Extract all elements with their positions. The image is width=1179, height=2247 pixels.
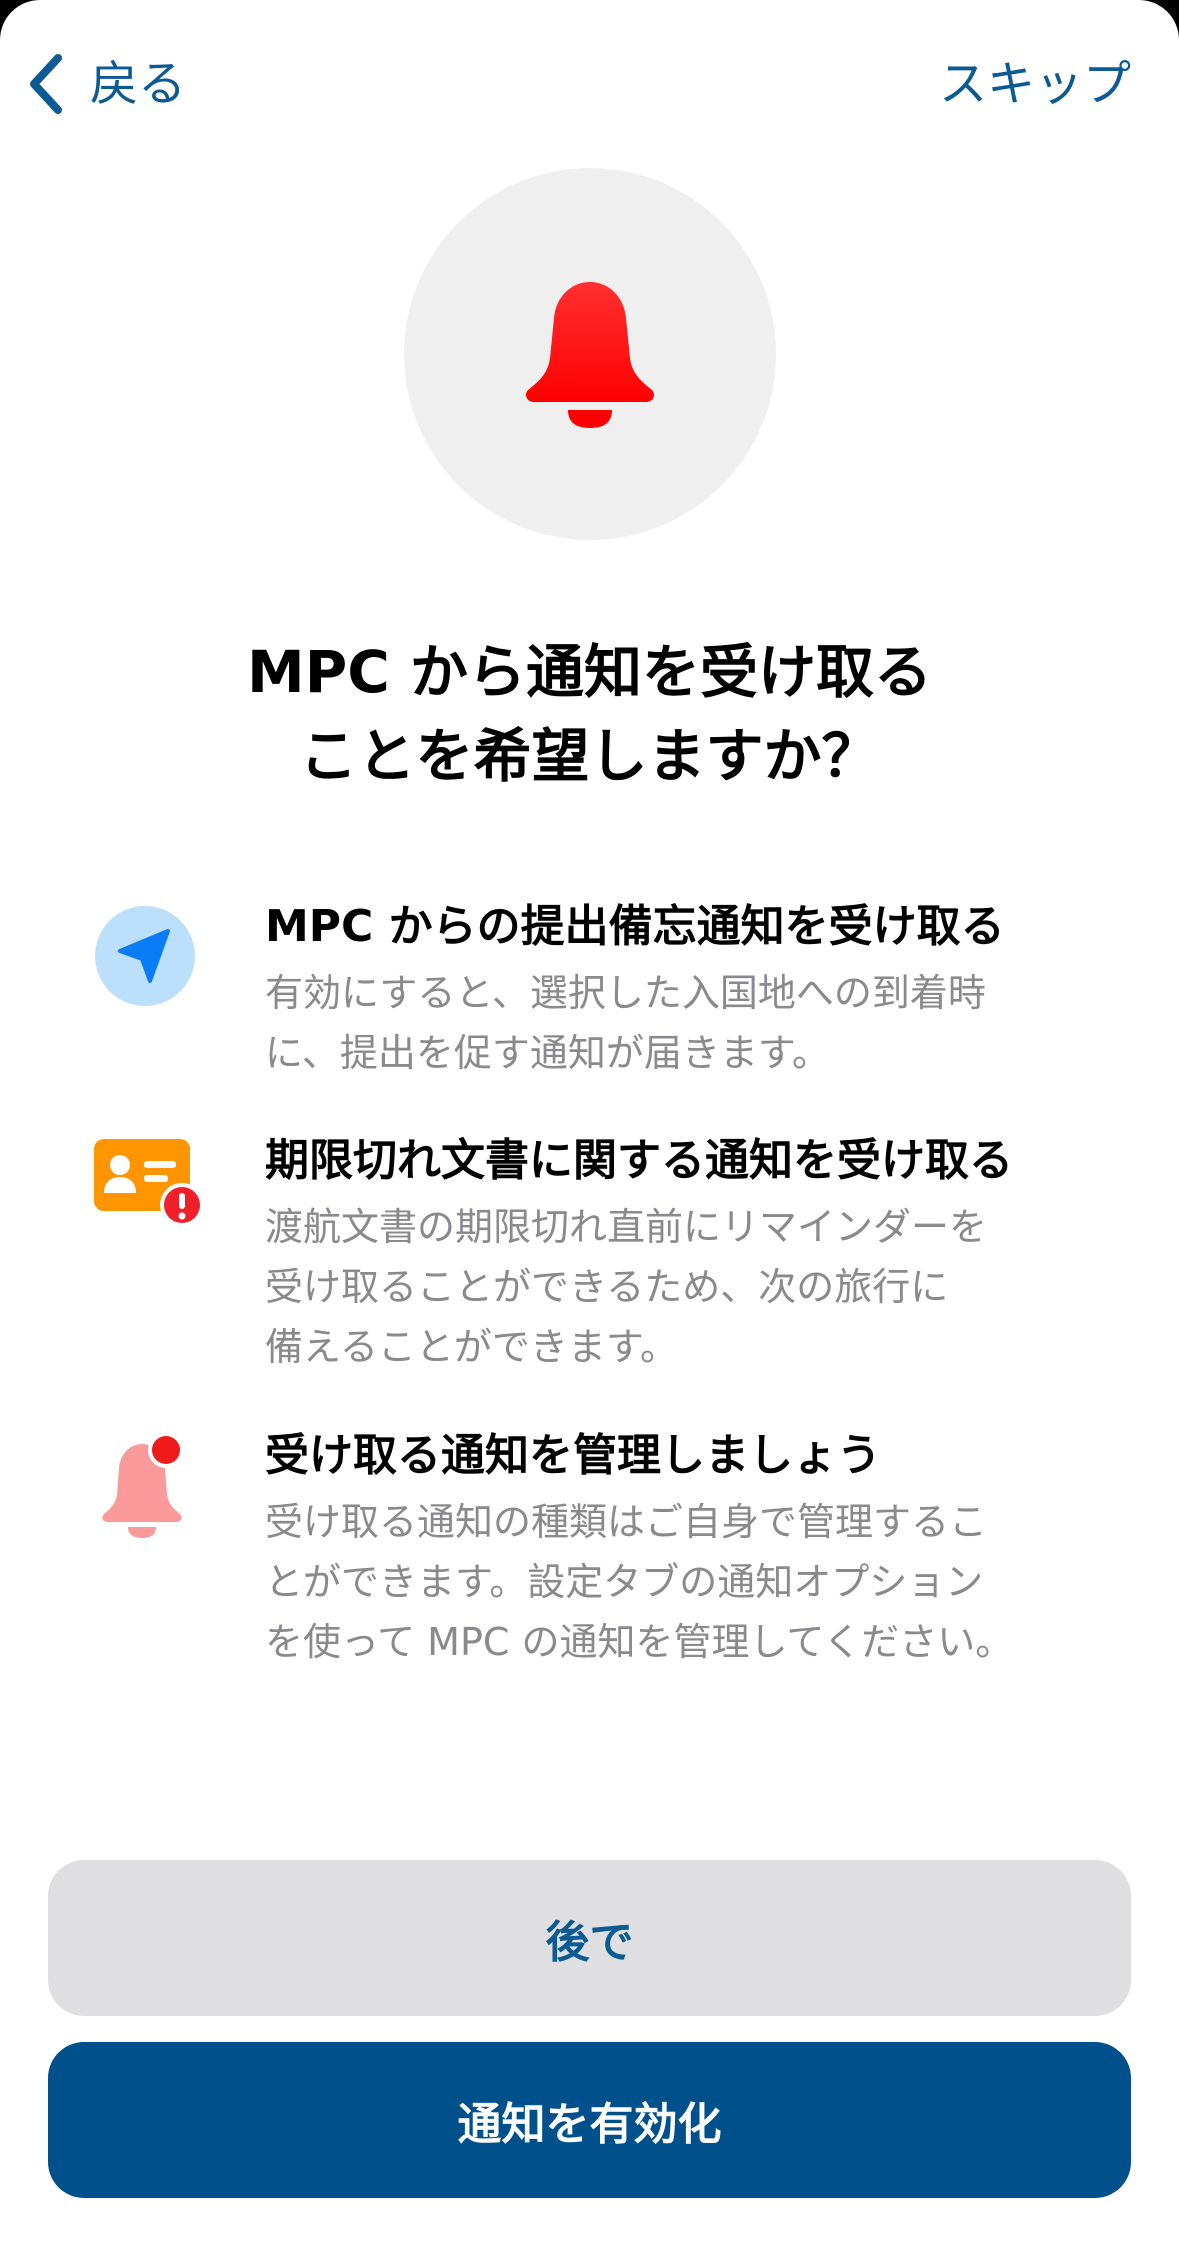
feature-description-line: を使って MPC の通知を管理してください。 [265, 1620, 1014, 1664]
bell-icon [526, 282, 654, 428]
feature-description-line: 有効にすると、選択した入国地への到着時 [265, 971, 986, 1015]
skip-button[interactable]: スキップ [939, 52, 1131, 116]
feature-description: 有効にすると、選択した入国地への到着時 に、提出を促す通知が届きます。 [265, 963, 1085, 1083]
location-arrow-icon [90, 901, 200, 1011]
later-button[interactable]: 後で [48, 1860, 1131, 2016]
feature-description: 受け取る通知の種類はご自身で管理するこ とができます。設定タブの通知オプション … [265, 1492, 1085, 1672]
feature-title: 受け取る通知を管理しましょう [265, 1430, 881, 1481]
chevron-left-icon [30, 54, 62, 114]
feature-description-line: に、提出を促す通知が届きます。 [265, 1031, 831, 1075]
feature-description-line: 渡航文書の期限切れ直前にリマインダーを [265, 1205, 988, 1249]
feature-description-line: とができます。設定タブの通知オプション [265, 1560, 984, 1604]
feature-description-line: 受け取る通知の種類はご自身で管理するこ [265, 1500, 988, 1544]
feature-description-line: 備えることができます。 [265, 1325, 679, 1369]
feature-title: MPC からの提出備忘通知を受け取る [265, 901, 1005, 952]
enable-notifications-button[interactable]: 通知を有効化 [48, 2042, 1131, 2198]
page-title-line-2: ことを希望しますか？ [299, 722, 880, 790]
notification-permission-sheet: 戻る スキップ MPC から通知を受け取る ことを希望しますか？ MPC からの… [0, 0, 1179, 2247]
back-button[interactable]: 戻る [26, 52, 186, 116]
bell-badge-icon [90, 1428, 200, 1538]
id-card-alert-icon [90, 1133, 204, 1243]
feature-title: 期限切れ文書に関する通知を受け取る [265, 1135, 1013, 1186]
back-button-label: 戻る [90, 56, 187, 112]
feature-description-line: 受け取ることができるため、次の旅行に [265, 1265, 949, 1309]
hero-icon-circle [404, 168, 776, 540]
page-title: MPC から通知を受け取る ことを希望しますか？ [100, 630, 1079, 798]
feature-description: 渡航文書の期限切れ直前にリマインダーを 受け取ることができるため、次の旅行に 備… [265, 1197, 1085, 1377]
page-title-line-1: MPC から通知を受け取る [247, 638, 932, 706]
